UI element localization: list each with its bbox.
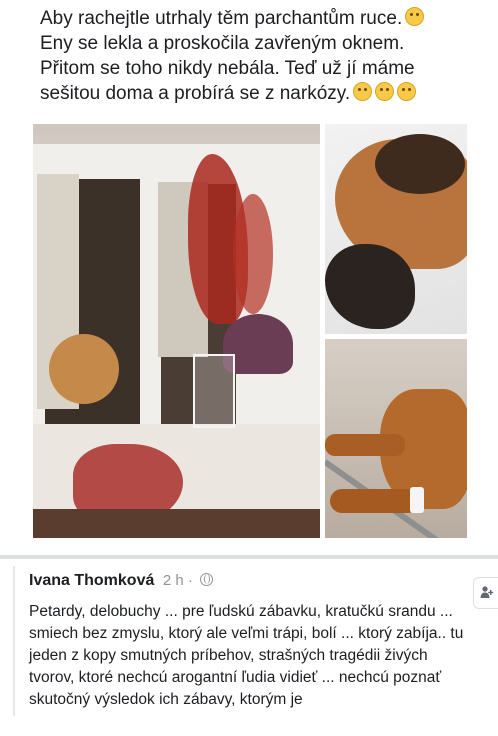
- post-text-line-2: Eny se lekla a proskočila zavřeným oknem…: [40, 33, 405, 54]
- dog-ear: [375, 134, 465, 194]
- crying-face-icon: [397, 82, 417, 101]
- add-friend-icon: [480, 586, 494, 598]
- globe-icon: [200, 573, 214, 586]
- lantern: [193, 354, 235, 428]
- comment-body: Petardy, delobuchy ... pre ľudskú zábavk…: [29, 603, 464, 708]
- sad-face-icon: [405, 7, 425, 26]
- sill-edge: [33, 509, 320, 538]
- crying-face-icon: [353, 82, 373, 101]
- photo-dog-body[interactable]: [325, 339, 467, 538]
- post-text-line-4: sešitou doma a probírá se z narkózy.: [40, 83, 351, 104]
- comment-author[interactable]: Ivana Thomková: [29, 572, 154, 589]
- divider: [0, 555, 498, 559]
- photo-window[interactable]: [33, 124, 320, 538]
- dog-fur-in-window: [49, 334, 119, 404]
- comment-time[interactable]: 2 h ·: [163, 572, 193, 589]
- dog-leg: [325, 434, 405, 456]
- post-text-line-3: Přitom se toho nikdy nebála. Teď už jí m…: [40, 58, 415, 79]
- post-text: Aby rachejtle utrhaly těm parchantům ruc…: [40, 6, 480, 106]
- dog-muzzle: [325, 244, 415, 329]
- comment-header: Ivana Thomková 2 h ·: [29, 572, 214, 590]
- bandage: [410, 487, 424, 513]
- dog-leg: [330, 489, 420, 513]
- photo-dog-head[interactable]: [325, 124, 467, 334]
- add-friend-button[interactable]: [473, 577, 498, 609]
- crying-face-icon: [375, 82, 395, 101]
- post-text-line-1: Aby rachejtle utrhaly těm parchantům ruc…: [40, 8, 403, 29]
- blood-stain: [233, 194, 273, 314]
- comment: Ivana Thomková 2 h · Petardy, delobuchy …: [13, 566, 483, 716]
- photo-grid: [33, 124, 467, 538]
